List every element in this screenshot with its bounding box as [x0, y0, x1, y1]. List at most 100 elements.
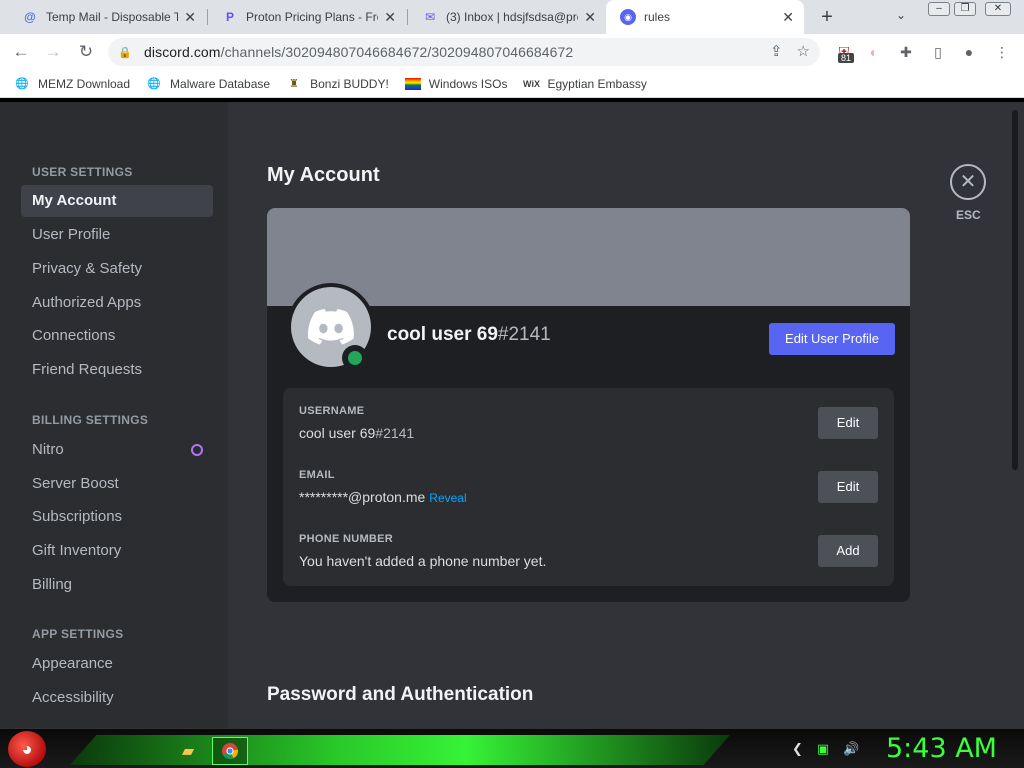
- bookmark-windows-isos[interactable]: Windows ISOs: [404, 77, 507, 91]
- chrome-taskbar-icon[interactable]: [212, 737, 248, 765]
- maximize-button[interactable]: ❐: [954, 2, 976, 16]
- url-path: /channels/302094807046684672/30209480704…: [220, 44, 574, 60]
- taskbar: ◕ ▰ ❮ ▣ 🔊 5:43 AM: [0, 728, 1024, 768]
- browser-toolbar: ← → ↻ 🔒 discord.com/channels/30209480704…: [0, 34, 1024, 70]
- page-title: My Account: [267, 164, 380, 186]
- discriminator-text: #2141: [497, 324, 551, 345]
- rainbow-flag-icon: [404, 77, 421, 90]
- close-icon[interactable]: ✕: [384, 9, 396, 26]
- username-field-value: cool user 69#2141: [299, 425, 414, 441]
- sidebar-item-privacy-safety[interactable]: Privacy & Safety: [21, 253, 213, 285]
- sidebar-item-my-account[interactable]: My Account: [21, 185, 213, 217]
- billing-settings-header: BILLING SETTINGS: [32, 413, 149, 427]
- edit-user-profile-button[interactable]: Edit User Profile: [769, 323, 895, 355]
- taskbar-clock[interactable]: 5:43 AM: [886, 733, 997, 764]
- phone-field-value: You haven't added a phone number yet.: [299, 553, 547, 569]
- new-tab-button[interactable]: +: [816, 6, 838, 28]
- bookmark-label: MEMZ Download: [38, 76, 131, 91]
- bookmark-label: Egyptian Embassy: [547, 76, 647, 91]
- globe-icon: 🌐: [147, 78, 161, 90]
- extensions-puzzle-icon[interactable]: ✚: [896, 42, 916, 62]
- email-field-value: *********@proton.me Reveal: [299, 489, 467, 505]
- sidebar-item-connections[interactable]: Connections: [21, 320, 213, 352]
- nitro-icon: [191, 444, 203, 456]
- close-icon: ✕: [959, 171, 977, 193]
- sidebar-item-subscriptions[interactable]: Subscriptions: [21, 501, 213, 533]
- username-text: cool user 69: [387, 324, 498, 345]
- explorer-folder-icon[interactable]: ▰: [170, 737, 206, 765]
- account-fields-panel: USERNAME cool user 69#2141 Edit EMAIL **…: [283, 388, 894, 586]
- profile-avatar-icon[interactable]: ●: [959, 42, 979, 62]
- tab-proton-pricing[interactable]: P Proton Pricing Plans - Fre ✕: [208, 0, 406, 34]
- phone-field-label: PHONE NUMBER: [299, 533, 394, 545]
- sidebar-item-accessibility[interactable]: Accessibility: [21, 682, 213, 714]
- extension-pride-icon[interactable]: ◐: [864, 42, 884, 62]
- close-window-button[interactable]: ✕: [985, 2, 1011, 16]
- wix-icon: WiX: [523, 78, 540, 89]
- address-bar[interactable]: 🔒 discord.com/channels/30209480704668467…: [108, 38, 820, 66]
- tab-title: rules: [644, 10, 671, 24]
- tray-arrow-icon[interactable]: ❮: [792, 741, 803, 757]
- volume-icon[interactable]: 🔊: [843, 741, 859, 757]
- profile-username: cool user 69#2141: [387, 324, 551, 346]
- sidebar-item-label: Nitro: [32, 441, 64, 458]
- reload-icon[interactable]: ↻: [75, 41, 97, 63]
- tab-proton-inbox[interactable]: ✉ (3) Inbox | hdsjfsdsa@pro ✕: [408, 0, 606, 34]
- tab-temp-mail[interactable]: @ Temp Mail - Disposable Te ✕: [8, 0, 206, 34]
- reveal-email-link[interactable]: Reveal: [429, 491, 466, 505]
- browser-tab-strip: @ Temp Mail - Disposable Te ✕ P Proton P…: [0, 0, 1024, 34]
- app-settings-header: APP SETTINGS: [32, 627, 124, 641]
- password-auth-heading: Password and Authentication: [267, 684, 534, 705]
- close-icon[interactable]: ✕: [184, 9, 196, 26]
- profile-banner: [267, 208, 910, 306]
- tab-search-chevron-icon[interactable]: ⌄: [896, 8, 906, 22]
- tab-title: Temp Mail - Disposable Te: [46, 10, 179, 24]
- sidebar-item-appearance[interactable]: Appearance: [21, 648, 213, 680]
- close-icon[interactable]: ✕: [782, 9, 794, 26]
- close-settings-button[interactable]: ✕: [950, 164, 986, 200]
- account-card: cool user 69#2141 Edit User Profile USER…: [267, 208, 910, 602]
- bookmark-bonzi[interactable]: ♜ Bonzi BUDDY!: [286, 76, 389, 92]
- globe-icon: 🌐: [15, 78, 29, 90]
- settings-sidebar: USER SETTINGS My Account User Profile Pr…: [0, 102, 228, 728]
- edit-username-button[interactable]: Edit: [818, 407, 878, 439]
- chrome-icon: [222, 743, 239, 759]
- sidebar-item-authorized-apps[interactable]: Authorized Apps: [21, 287, 213, 319]
- taskbar-glow-strip: [70, 735, 730, 765]
- start-button-angry-bird-icon[interactable]: ◕: [8, 731, 46, 767]
- discord-logo-icon: [308, 309, 354, 345]
- sidebar-item-gift-inventory[interactable]: Gift Inventory: [21, 535, 213, 567]
- online-status-dot: [342, 345, 368, 371]
- edit-email-button[interactable]: Edit: [818, 471, 878, 503]
- settings-content: My Account cool user 69#2141 Edit User P…: [228, 102, 1024, 728]
- sidebar-item-friend-requests[interactable]: Friend Requests: [21, 354, 213, 386]
- tab-title: (3) Inbox | hdsjfsdsa@pro: [446, 10, 579, 24]
- menu-kebab-icon[interactable]: ⋮: [992, 42, 1012, 62]
- sidebar-item-user-profile[interactable]: User Profile: [21, 219, 213, 251]
- bookmark-egyptian-embassy[interactable]: WiX Egyptian Embassy: [523, 76, 647, 92]
- sidebar-item-nitro[interactable]: Nitro: [21, 434, 213, 466]
- forward-arrow-icon[interactable]: →: [42, 41, 64, 63]
- lock-icon[interactable]: 🔒: [118, 46, 132, 59]
- content-scrollbar[interactable]: [1012, 110, 1018, 470]
- side-panel-icon[interactable]: ▯: [928, 42, 948, 62]
- discord-icon: ◉: [620, 9, 636, 25]
- network-icon[interactable]: ▣: [817, 741, 829, 757]
- share-icon[interactable]: ⇪: [770, 42, 783, 60]
- sidebar-item-billing[interactable]: Billing: [21, 569, 213, 601]
- url-text: discord.com/channels/302094807046684672/…: [144, 44, 573, 60]
- bookmark-star-icon[interactable]: ☆: [797, 42, 810, 60]
- username-field-label: USERNAME: [299, 405, 365, 417]
- sidebar-item-server-boost[interactable]: Server Boost: [21, 468, 213, 500]
- back-arrow-icon[interactable]: ←: [10, 41, 32, 63]
- proton-mail-icon: ✉: [424, 10, 436, 24]
- add-phone-button[interactable]: Add: [818, 535, 878, 567]
- user-settings-header: USER SETTINGS: [32, 165, 133, 179]
- minimize-button[interactable]: –: [928, 2, 950, 16]
- esc-label: ESC: [956, 208, 981, 222]
- bookmark-malware-db[interactable]: 🌐 Malware Database: [146, 76, 270, 92]
- bookmark-memz[interactable]: 🌐 MEMZ Download: [14, 76, 130, 92]
- tab-discord-rules[interactable]: ◉ rules ✕: [606, 0, 804, 34]
- proton-icon: P: [225, 10, 234, 24]
- close-icon[interactable]: ✕: [584, 9, 596, 26]
